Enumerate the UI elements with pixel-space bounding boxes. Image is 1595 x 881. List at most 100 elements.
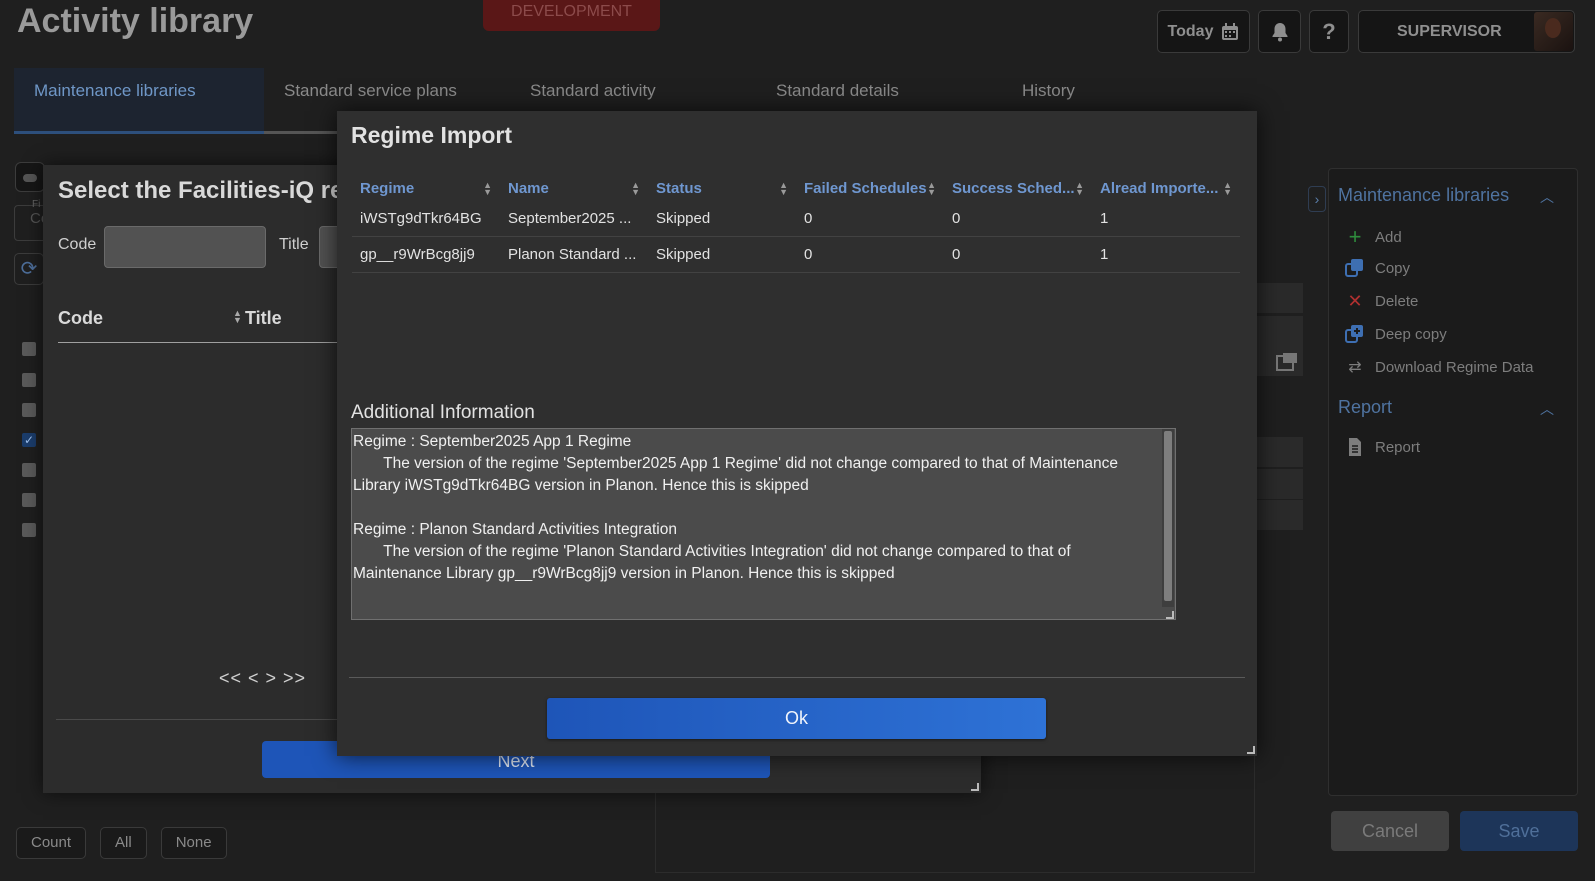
view-toggle[interactable]	[15, 162, 45, 192]
copy-icon	[1345, 259, 1363, 277]
column-regime[interactable]: Regime ▲ ▼	[352, 180, 500, 197]
chevron-up-icon[interactable]: ︿	[1540, 187, 1554, 207]
deep-copy-icon	[1345, 325, 1363, 343]
refresh-icon[interactable]: ⟳	[14, 253, 44, 285]
header-underline	[58, 342, 338, 343]
column-label: Alread Importe...	[1100, 180, 1219, 197]
delete-label: Delete	[1375, 293, 1419, 310]
row-checkbox[interactable]	[22, 342, 36, 356]
row-checkbox[interactable]	[22, 463, 36, 477]
document-icon	[1349, 438, 1361, 456]
cell-name: Planon Standard ...	[508, 246, 637, 263]
download-regime-action[interactable]: ⇄ Download Regime Data	[1345, 357, 1533, 377]
code-input[interactable]	[104, 226, 266, 268]
add-icon: +	[1348, 224, 1362, 249]
user-menu-button[interactable]: SUPERVISOR	[1358, 10, 1575, 53]
avatar	[1534, 12, 1573, 51]
report-action[interactable]: Report	[1345, 437, 1420, 457]
dialog-divider	[349, 677, 1245, 678]
delete-action[interactable]: ✕ Delete	[1345, 291, 1418, 312]
copy-label: Copy	[1375, 259, 1411, 277]
column-name[interactable]: Name ▲ ▼	[500, 180, 648, 197]
row-checkbox[interactable]	[22, 523, 36, 537]
today-button[interactable]: Today	[1157, 10, 1250, 53]
cell-already-imported: 1	[1100, 210, 1109, 227]
additional-info-textarea[interactable]: Regime : September2025 App 1 Regime The …	[351, 428, 1176, 620]
column-already-imported[interactable]: Alread Importe... ▲ ▼	[1092, 180, 1240, 197]
bell-icon	[1272, 22, 1287, 41]
detail-field	[1257, 500, 1303, 530]
cell-regime: iWSTg9dTkr64BG	[360, 210, 482, 227]
environment-badge: DEVELOPMENT	[483, 0, 660, 31]
column-label: Regime	[360, 180, 415, 197]
delete-icon: ✕	[1347, 291, 1363, 311]
column-title[interactable]: Title	[245, 308, 282, 329]
detail-field	[1257, 283, 1303, 313]
transfer-icon: ⇄	[1348, 359, 1362, 376]
calendar-icon	[1222, 22, 1239, 40]
cell-already-imported: 1	[1100, 246, 1109, 263]
table-row[interactable]: gp__r9WrBcg8jj9 Planon Standard ... Skip…	[352, 237, 1240, 273]
collapse-chevron-icon[interactable]: ›	[1308, 186, 1326, 212]
sort-icon[interactable]: ▲ ▼	[1075, 181, 1084, 197]
cell-regime: gp__r9WrBcg8jj9	[360, 246, 475, 263]
row-checkbox[interactable]	[22, 493, 36, 507]
section-report[interactable]: Report	[1338, 397, 1392, 418]
report-label: Report	[1375, 438, 1421, 456]
copy-action[interactable]: Copy	[1345, 258, 1410, 278]
none-button[interactable]: None	[160, 827, 227, 859]
dialog-divider	[56, 719, 346, 720]
column-label: Failed Schedules	[804, 180, 927, 197]
deep-copy-label: Deep copy	[1375, 325, 1447, 343]
cell-success: 0	[952, 210, 961, 227]
detail-field	[1257, 437, 1303, 467]
regime-import-dialog: Regime Import Regime ▲ ▼ Name ▲ ▼ Status ▲ ▼ F…	[337, 111, 1257, 756]
sort-icon[interactable]: ▲ ▼	[631, 181, 640, 197]
page-title: Activity library	[17, 2, 254, 40]
sort-icon[interactable]: ▲ ▼	[483, 181, 492, 197]
dialog-title: Regime Import	[351, 122, 513, 148]
chevron-up-icon[interactable]: ︿	[1540, 399, 1554, 419]
cancel-button[interactable]: Cancel	[1331, 811, 1449, 851]
additional-info-heading: Additional Information	[351, 402, 535, 423]
row-checkbox[interactable]	[22, 403, 36, 417]
textarea-scrollbar[interactable]	[1162, 429, 1174, 607]
cell-failed: 0	[804, 210, 813, 227]
tab-maintenance-libraries[interactable]: Maintenance libraries	[14, 68, 264, 134]
resize-grip-icon[interactable]	[1247, 746, 1255, 754]
popout-icon[interactable]	[1276, 352, 1298, 372]
all-button[interactable]: All	[100, 827, 147, 859]
row-checkbox-checked[interactable]: ✓	[22, 433, 36, 447]
column-label: Name	[508, 180, 549, 197]
today-label: Today	[1167, 22, 1214, 40]
sort-icon[interactable]: ▲ ▼	[779, 181, 788, 197]
sort-icon[interactable]: ▲ ▼	[927, 181, 936, 197]
tab-underline	[264, 131, 339, 134]
notifications-button[interactable]	[1258, 10, 1301, 53]
select-dialog-title: Select the Facilities-iQ reg	[58, 177, 359, 204]
column-status[interactable]: Status ▲ ▼	[648, 180, 796, 197]
column-code[interactable]: Code	[58, 308, 103, 329]
cell-name: September2025 ...	[508, 210, 632, 227]
cell-status: Skipped	[656, 246, 711, 263]
section-maintenance-libraries[interactable]: Maintenance libraries	[1338, 185, 1509, 206]
count-button[interactable]: Count	[16, 827, 87, 859]
import-results-table: Regime ▲ ▼ Name ▲ ▼ Status ▲ ▼ Failed Schedule…	[352, 176, 1240, 273]
sort-icon[interactable]: ▲ ▼	[233, 309, 242, 325]
save-button[interactable]: Save	[1460, 811, 1578, 851]
table-row[interactable]: iWSTg9dTkr64BG September2025 ... Skipped…	[352, 201, 1240, 237]
textarea-resize-grip-icon[interactable]	[1166, 611, 1174, 619]
ok-button[interactable]: Ok	[547, 698, 1046, 739]
row-checkbox[interactable]	[22, 373, 36, 387]
filter-label: Fi	[32, 199, 41, 210]
column-failed-schedules[interactable]: Failed Schedules ▲ ▼	[796, 180, 944, 197]
resize-grip-icon[interactable]	[971, 783, 979, 791]
pager[interactable]: << < > >>	[219, 668, 306, 689]
help-button[interactable]: ?	[1309, 10, 1349, 53]
detail-field	[1257, 469, 1303, 499]
sort-icon[interactable]: ▲ ▼	[1223, 181, 1232, 197]
deep-copy-action[interactable]: Deep copy	[1345, 324, 1447, 344]
column-label: Status	[656, 180, 702, 197]
add-action[interactable]: + Add	[1345, 224, 1402, 250]
column-success-schedules[interactable]: Success Sched... ▲ ▼	[944, 180, 1092, 197]
